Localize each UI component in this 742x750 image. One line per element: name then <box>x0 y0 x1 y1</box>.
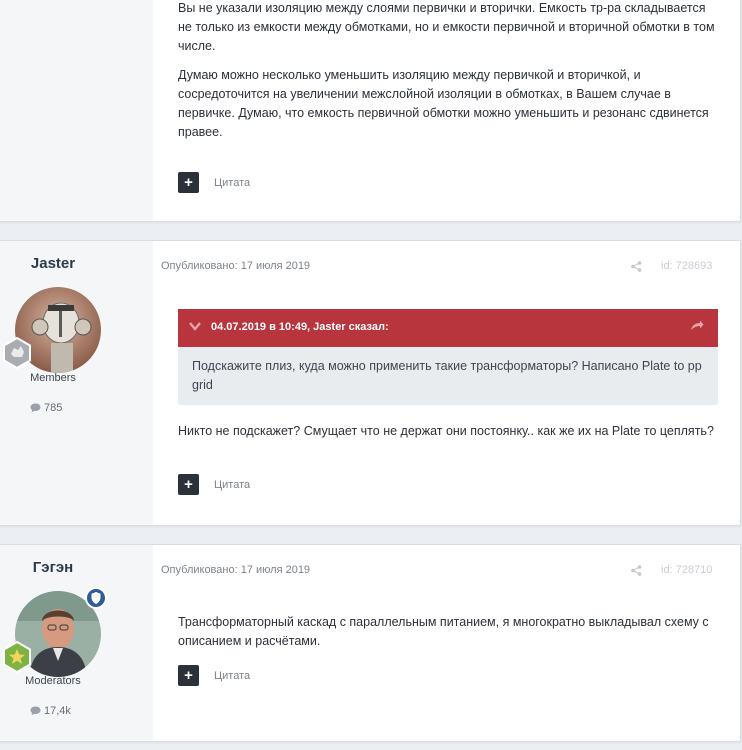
post-2: Jaster Members 785 Опубликовано: 17 июля… <box>0 240 741 526</box>
post-count-value: 785 <box>44 402 63 414</box>
post-content: Вы не указали изоляцию между слоями перв… <box>153 0 740 221</box>
multiquote-plus-button[interactable]: + <box>178 665 199 686</box>
share-icon[interactable] <box>631 565 642 576</box>
post-count: 17,4k <box>30 705 71 717</box>
post-content: Опубликовано: 17 июля 2019 id: 728693 04… <box>153 241 740 525</box>
post-date[interactable]: Опубликовано: 17 июля 2019 <box>161 564 310 576</box>
author-group: Members <box>30 372 76 384</box>
moderator-shield-icon <box>85 587 107 609</box>
post-text: Трансформаторный каскад с параллельным п… <box>178 615 709 648</box>
post-content: Опубликовано: 17 июля 2019 id: 728710 Тр… <box>153 545 740 741</box>
comment-icon <box>30 706 41 716</box>
multiquote-plus-button[interactable]: + <box>178 172 199 193</box>
chevron-down-icon[interactable] <box>189 321 201 331</box>
post-actions: + Цитата <box>178 474 250 495</box>
avatar[interactable] <box>3 587 107 677</box>
plus-icon: + <box>184 667 193 684</box>
multiquote-plus-button[interactable]: + <box>178 474 199 495</box>
author-column <box>0 0 153 221</box>
post-id[interactable]: id: 728710 <box>661 564 712 576</box>
post-count-value: 17,4k <box>44 705 71 717</box>
post-id[interactable]: id: 728693 <box>661 260 712 272</box>
plus-icon: + <box>184 174 193 191</box>
author-column: Гэгэн Moderators 17,4k <box>0 545 153 741</box>
rank-badge-icon <box>1 336 33 370</box>
comment-icon <box>30 403 41 413</box>
author-column: Jaster Members 785 <box>0 241 153 525</box>
quote-link[interactable]: Цитата <box>214 670 250 682</box>
quote-link[interactable]: Цитата <box>214 177 250 189</box>
post-3: Гэгэн Moderators 17,4k Опубликовано: 17 … <box>0 544 741 742</box>
post-text: Вы не указали изоляцию между слоями перв… <box>178 0 718 152</box>
post-text: Никто не подскажет? Смущает что не держа… <box>178 424 714 438</box>
share-icon[interactable] <box>631 261 642 272</box>
author-name[interactable]: Гэгэн <box>0 559 106 576</box>
post-actions: + Цитата <box>178 172 250 193</box>
quote-header: 04.07.2019 в 10:49, Jaster сказал: <box>178 309 718 347</box>
quote-citation: 04.07.2019 в 10:49, Jaster сказал: <box>211 321 389 333</box>
author-name[interactable]: Jaster <box>0 255 106 272</box>
quote-link[interactable]: Цитата <box>214 479 250 491</box>
plus-icon: + <box>184 476 193 493</box>
reply-arrow-icon[interactable] <box>690 320 704 332</box>
post-paragraph: Вы не указали изоляцию между слоями перв… <box>178 1 715 53</box>
avatar[interactable] <box>3 287 101 373</box>
rank-badge-icon <box>1 640 33 674</box>
post-date[interactable]: Опубликовано: 17 июля 2019 <box>161 260 310 272</box>
post-count: 785 <box>30 402 62 414</box>
post-paragraph: Думаю можно несколько уменьшить изоляцию… <box>178 68 709 139</box>
post-1: Вы не указали изоляцию между слоями перв… <box>0 0 741 222</box>
quote-block: 04.07.2019 в 10:49, Jaster сказал: Подск… <box>178 309 718 405</box>
post-actions: + Цитата <box>178 665 250 686</box>
quote-text: Подскажите плиз, куда можно применить та… <box>192 359 702 392</box>
author-group: Moderators <box>25 675 81 687</box>
